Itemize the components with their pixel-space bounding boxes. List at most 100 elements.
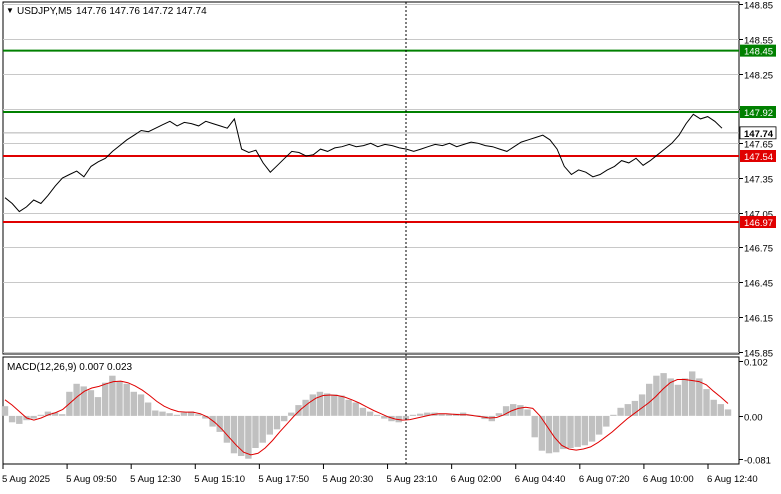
price-tick-label: 146.75 (744, 244, 773, 255)
macd-bar (567, 415, 574, 448)
macd-bar (309, 394, 316, 416)
macd-tick-label: -0.081 (744, 456, 771, 467)
macd-bar (681, 378, 689, 416)
level-tag-label: 147.54 (744, 152, 773, 163)
level-tag-label: 146.97 (744, 218, 773, 229)
macd-bar (352, 402, 359, 416)
macd-bar (59, 414, 66, 416)
level-tag-label: 147.92 (744, 108, 773, 119)
macd-bar (252, 415, 259, 448)
macd-bar (588, 415, 596, 442)
time-axis: 5 Aug 2025 5 Aug 09:50 5 Aug 12:30 5 Aug 15… (2, 464, 758, 485)
time-tick-label: 5 Aug 20:30 (322, 474, 373, 485)
macd-bar (624, 404, 631, 416)
macd-bar (703, 389, 710, 416)
macd-bar (230, 415, 238, 454)
macd-tick-label: 0.102 (744, 358, 768, 369)
macd-bar (259, 415, 266, 443)
macd-bar (409, 414, 417, 416)
price-chart[interactable]: 148.85148.55148.25147.95147.65147.35147.… (0, 0, 781, 489)
time-tick-label: 6 Aug 07:20 (579, 474, 630, 485)
macd-bar (710, 399, 717, 416)
macd-bar (345, 399, 352, 416)
macd-bar (152, 410, 159, 416)
macd-bar (581, 415, 588, 446)
macd-bar (417, 413, 424, 416)
price-tick-label: 147.65 (744, 140, 773, 151)
macd-bar (524, 409, 531, 416)
macd-bar (8, 415, 16, 423)
time-tick-label: 6 Aug 02:00 (451, 474, 502, 485)
level-tag-label: 148.45 (744, 47, 773, 58)
macd-bar (574, 415, 581, 447)
macd-bar (660, 373, 667, 416)
price-tick-label: 147.35 (744, 175, 773, 186)
time-tick-label: 5 Aug 12:30 (130, 474, 181, 485)
macd-axis: 0.102 0.00 -0.081 (739, 358, 771, 467)
macd-bar (87, 390, 95, 416)
macd-bar (37, 414, 44, 416)
macd-bar (553, 415, 560, 453)
macd-bar (116, 381, 123, 416)
time-tick-label: 5 Aug 2025 (2, 474, 50, 485)
macd-bar (717, 404, 724, 416)
time-tick-label: 5 Aug 23:10 (387, 474, 438, 485)
macd-bar (338, 395, 345, 416)
macd-bar (331, 394, 338, 416)
macd-bar (159, 411, 166, 416)
macd-bar (30, 415, 37, 419)
macd-bar (245, 415, 252, 459)
ohlc-values: 147.76 147.76 147.72 147.74 (76, 6, 207, 17)
chart-window: 148.85148.55148.25147.95147.65147.35147.… (0, 0, 781, 489)
price-tick-label: 148.25 (744, 71, 773, 82)
macd-bar (16, 415, 23, 424)
macd-bar (595, 415, 603, 435)
macd-bar (223, 415, 231, 443)
macd-bar (266, 415, 273, 435)
time-tick-label: 6 Aug 04:40 (515, 474, 566, 485)
macd-bar (195, 414, 202, 416)
macd-bar (696, 378, 703, 416)
macd-bar (173, 414, 180, 416)
price-tick-label: 148.85 (744, 1, 773, 12)
current-price-label: 147.74 (744, 129, 774, 140)
macd-bar (1, 406, 9, 416)
time-tick-label: 5 Aug 15:10 (194, 474, 245, 485)
macd-bar (137, 394, 145, 416)
macd-bar (166, 413, 173, 416)
macd-bar (102, 382, 109, 416)
macd-bar (638, 394, 646, 416)
macd-bar (545, 415, 553, 454)
symbol-label: USDJPY,M5 (17, 6, 72, 17)
macd-bar (94, 397, 102, 416)
time-tick-label: 6 Aug 12:40 (707, 474, 758, 485)
macd-bar (366, 411, 374, 416)
symbol-menu-arrow-icon[interactable]: ▼ (6, 6, 14, 15)
macd-bar (123, 383, 130, 416)
macd-bar (130, 391, 137, 416)
macd-bar (610, 414, 617, 416)
macd-bar (359, 407, 367, 416)
macd-bar (724, 409, 732, 416)
macd-bar (617, 407, 624, 416)
macd-bar (517, 405, 524, 416)
time-tick-label: 5 Aug 09:50 (66, 474, 117, 485)
macd-bar (288, 412, 295, 416)
macd-bar (374, 414, 381, 416)
macd-bar (144, 402, 152, 416)
price-tick-label: 146.15 (744, 314, 773, 325)
macd-label: MACD(12,26,9) 0.007 0.023 (7, 362, 133, 373)
price-tick-label: 146.45 (744, 279, 773, 290)
macd-bar (531, 415, 538, 438)
macd-bar (281, 415, 288, 422)
macd-bar (459, 412, 467, 416)
macd-tick-label: 0.00 (744, 413, 763, 424)
macd-bar (674, 384, 682, 416)
time-tick-label: 6 Aug 10:00 (643, 474, 694, 485)
macd-bar (273, 415, 281, 430)
macd-bar (323, 393, 331, 416)
macd-bar (488, 415, 495, 422)
macd-bar (603, 415, 610, 427)
macd-bar (180, 412, 188, 416)
time-tick-label: 5 Aug 17:50 (258, 474, 309, 485)
